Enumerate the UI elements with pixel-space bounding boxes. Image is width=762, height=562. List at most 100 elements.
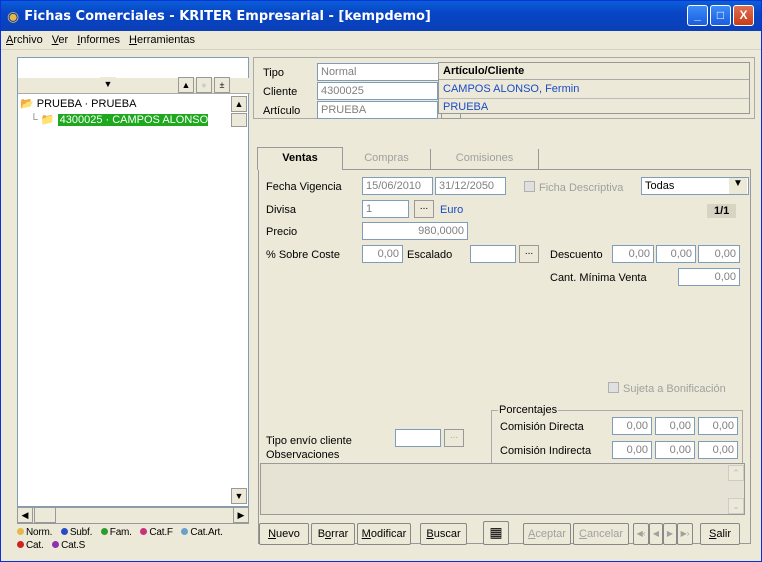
- salir-button[interactable]: Salir: [700, 523, 740, 545]
- next-record-icon[interactable]: ▶: [663, 523, 677, 545]
- last-record-icon[interactable]: ▶›: [677, 523, 693, 545]
- scroll-thumb-h[interactable]: [34, 507, 56, 523]
- observaciones-label: Observaciones: [266, 449, 340, 461]
- menu-ver[interactable]: Ver: [52, 34, 69, 46]
- norm-icon: [17, 528, 24, 535]
- scroll-up-icon[interactable]: ⌃: [728, 465, 744, 481]
- folder-icon: 📁: [40, 114, 55, 126]
- first-record-icon[interactable]: ◀‹: [633, 523, 649, 545]
- app-window: ◉ Fichas Comerciales - KRITER Empresaria…: [0, 0, 762, 562]
- scroll-up-button[interactable]: ▲: [231, 96, 247, 112]
- scroll-right-icon[interactable]: ▶: [233, 507, 249, 523]
- borrar-button[interactable]: Borrar: [311, 523, 355, 545]
- sujeta-checkbox[interactable]: Sujeta a Bonificación: [608, 382, 726, 395]
- cliente-field[interactable]: 4300025: [317, 82, 438, 100]
- comision-directa-1[interactable]: 0,00: [612, 417, 652, 435]
- prev-record-icon[interactable]: ◀: [649, 523, 663, 545]
- divisa-field[interactable]: 1: [362, 200, 409, 218]
- comision-directa-label: Comisión Directa: [500, 421, 584, 433]
- buscar-button[interactable]: Buscar: [420, 523, 467, 545]
- comision-indirecta-2[interactable]: 0,00: [655, 441, 695, 459]
- scroll-thumb[interactable]: [231, 113, 247, 127]
- tree-toolbar: ▼ ▲ ● ±: [18, 77, 250, 94]
- chevron-down-icon[interactable]: ▼: [100, 77, 116, 93]
- info-articulo: PRUEBA: [439, 98, 749, 114]
- tree-root[interactable]: 📂 PRUEBA · PRUEBA: [20, 97, 136, 110]
- cancelar-button[interactable]: Cancelar: [573, 523, 629, 545]
- tab-comisiones[interactable]: Comisiones: [431, 149, 539, 169]
- app-icon: ◉: [7, 7, 20, 24]
- fecha-hasta-field[interactable]: 31/12/2050: [435, 177, 506, 195]
- fecha-vigencia-label: Fecha Vigencia: [266, 181, 342, 193]
- chevron-down-icon[interactable]: ▼: [729, 178, 747, 194]
- descuento-3-field[interactable]: 0,00: [698, 245, 740, 263]
- tipo-envio-field[interactable]: [395, 429, 441, 447]
- menu-herramientas[interactable]: Herramientas: [129, 34, 195, 46]
- maximize-button[interactable]: □: [710, 5, 731, 26]
- escalado-lookup-button[interactable]: ...: [519, 245, 539, 263]
- tree-child[interactable]: └ 📁 4300025 · CAMPOS ALONSO, Fe: [30, 113, 208, 127]
- descuento-1-field[interactable]: 0,00: [612, 245, 654, 263]
- expand-icon[interactable]: ±: [214, 77, 230, 93]
- sobre-coste-field[interactable]: 0,00: [362, 245, 403, 263]
- tipo-label: Tipo: [263, 67, 284, 79]
- tab-compras[interactable]: Compras: [343, 149, 431, 169]
- cats-icon: [52, 541, 60, 548]
- tree-legend: Norm. Subf. Fam. Cat.F Cat.Art. Cat. Cat…: [17, 526, 249, 556]
- articulo-field[interactable]: PRUEBA: [317, 101, 438, 119]
- scroll-down-icon[interactable]: ⌄: [728, 498, 744, 514]
- cat-icon: [17, 541, 24, 548]
- comision-indirecta-label: Comisión Indirecta: [500, 445, 592, 457]
- minimize-button[interactable]: _: [687, 5, 708, 26]
- precio-label: Precio: [266, 226, 298, 238]
- comision-directa-3[interactable]: 0,00: [698, 417, 738, 435]
- catart-icon: [181, 528, 189, 535]
- close-button[interactable]: X: [733, 5, 754, 26]
- divisa-name: Euro: [440, 204, 464, 216]
- scroll-left-icon[interactable]: ◀: [17, 507, 33, 523]
- descuento-2-field[interactable]: 0,00: [656, 245, 696, 263]
- nuevo-button[interactable]: Nuevo: [259, 523, 309, 545]
- aceptar-button[interactable]: Aceptar: [523, 523, 571, 545]
- escalado-label: Escalado: [407, 249, 453, 261]
- precio-field[interactable]: 980,0000: [362, 222, 468, 240]
- divisa-lookup-button[interactable]: ...: [414, 200, 434, 218]
- info-cliente: CAMPOS ALONSO, Fermin: [443, 83, 580, 95]
- page-indicator: 1/1: [707, 204, 737, 218]
- sobre-coste-label: % Sobre Coste: [266, 249, 340, 261]
- porcentajes-label: Porcentajes: [498, 404, 559, 416]
- tipo-envio-lookup-button[interactable]: ...: [444, 429, 464, 447]
- scroll-up-icon[interactable]: ▲: [178, 77, 194, 93]
- divisa-label: Divisa: [266, 204, 296, 216]
- info-title: Artículo/Cliente: [439, 63, 749, 80]
- escalado-field[interactable]: [470, 245, 516, 263]
- tree-child-label: 4300025 · CAMPOS ALONSO, Fe: [57, 114, 208, 127]
- folder-open-icon: 📂: [20, 98, 34, 110]
- observaciones-textarea[interactable]: ⌃ ⌄: [260, 463, 745, 515]
- comision-directa-2[interactable]: 0,00: [655, 417, 695, 435]
- tab-ventas[interactable]: Ventas: [257, 147, 343, 170]
- comision-indirecta-3[interactable]: 0,00: [698, 441, 738, 459]
- fecha-desde-field[interactable]: 15/06/2010: [362, 177, 433, 195]
- menu-archivo[interactable]: Archivo: [6, 34, 43, 46]
- grid-icon[interactable]: ▦: [483, 521, 509, 545]
- tipo-envio-label: Tipo envío cliente: [266, 435, 352, 447]
- tree-root-label: PRUEBA · PRUEBA: [36, 98, 137, 110]
- tree-panel: ▼ ▲ ● ± 📂 PRUEBA · PRUEBA └ 📁 4300025 · …: [17, 57, 250, 507]
- window-title: Fichas Comerciales - KRITER Empresarial …: [24, 8, 431, 24]
- menu-bar: Archivo Ver Informes Herramientas: [1, 31, 761, 50]
- cant-minima-field[interactable]: 0,00: [678, 268, 740, 286]
- descuento-label: Descuento: [550, 249, 603, 261]
- articulo-label: Artículo: [263, 105, 301, 117]
- catf-icon: [140, 528, 148, 535]
- menu-informes[interactable]: Informes: [77, 34, 120, 46]
- circle-icon: ●: [196, 77, 212, 93]
- horizontal-scrollbar[interactable]: ◀ ▶: [17, 507, 249, 524]
- comision-indirecta-1[interactable]: 0,00: [612, 441, 652, 459]
- modificar-button[interactable]: Modificar: [357, 523, 411, 545]
- title-bar: ◉ Fichas Comerciales - KRITER Empresaria…: [1, 1, 761, 31]
- ficha-descriptiva-checkbox[interactable]: Ficha Descriptiva: [524, 181, 623, 194]
- tree-branch-icon: └: [30, 114, 38, 126]
- fam-icon: [100, 528, 108, 535]
- scroll-down-button[interactable]: ▼: [231, 488, 247, 504]
